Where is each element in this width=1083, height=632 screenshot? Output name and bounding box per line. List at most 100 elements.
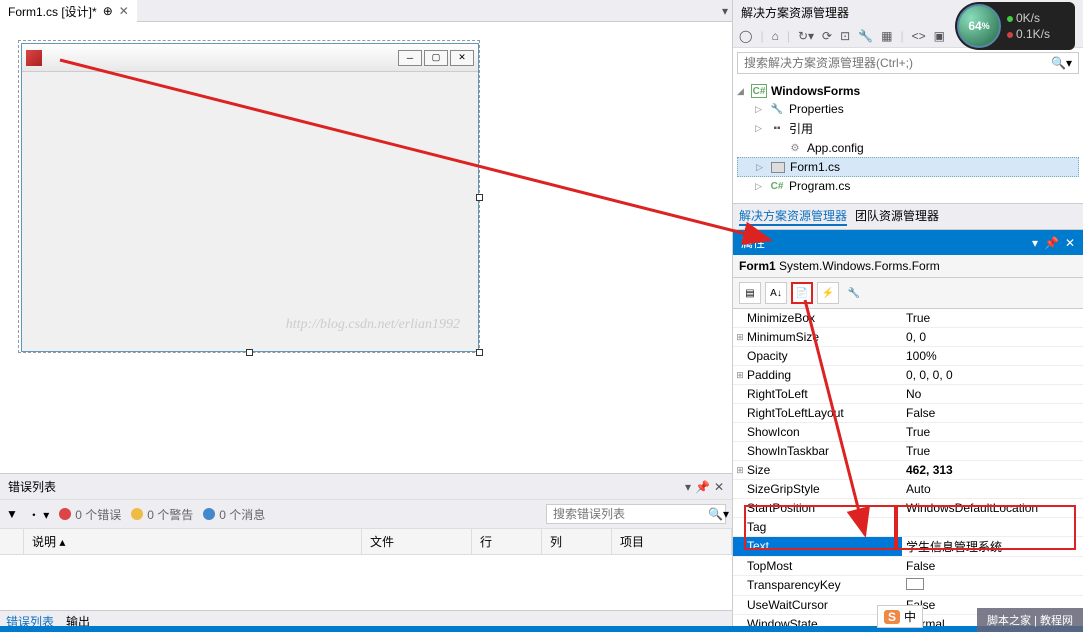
form-preview[interactable]: ─ ▢ ✕ http://blog.csdn.net/erlian1992	[21, 43, 479, 352]
chevron-down-icon[interactable]: ▾	[1066, 56, 1072, 70]
expand-icon[interactable]: ▷	[755, 104, 765, 115]
dropdown-icon[interactable]: ▾	[685, 480, 691, 494]
error-count-filter[interactable]: 0 个错误	[59, 506, 121, 523]
properties-object-selector[interactable]: Form1 System.Windows.Forms.Form	[733, 255, 1083, 278]
tree-appconfig-node[interactable]: ⚙ App.config	[737, 139, 1079, 157]
property-row-size[interactable]: ⊞Size462, 313	[733, 461, 1083, 480]
error-search-input[interactable]	[553, 507, 708, 521]
solution-search-input[interactable]	[744, 56, 1051, 70]
resize-handle-bottom[interactable]	[246, 349, 253, 356]
pin-icon[interactable]: ⊕	[103, 4, 113, 18]
close-icon[interactable]: ✕	[714, 480, 724, 494]
alphabetical-button[interactable]: A↓	[765, 282, 787, 304]
property-value[interactable]: False	[902, 404, 1083, 422]
form-designer-frame[interactable]: ─ ▢ ✕ http://blog.csdn.net/erlian1992	[18, 40, 480, 353]
expand-icon[interactable]: ▷	[756, 162, 766, 173]
property-value[interactable]: No	[902, 385, 1083, 403]
property-row-righttoleftlayout[interactable]: RightToLeftLayoutFalse	[733, 404, 1083, 423]
designer-icon[interactable]: ▣	[934, 29, 945, 43]
message-count-filter[interactable]: 0 个消息	[203, 506, 265, 523]
close-icon[interactable]: ✕	[119, 4, 129, 18]
tree-references-node[interactable]: ▷ ▪▪ 引用	[737, 118, 1079, 139]
properties-grid[interactable]: MinimizeBoxTrue⊞MinimumSize0, 0Opacity10…	[733, 309, 1083, 632]
property-value[interactable]	[902, 576, 1083, 595]
tree-program-node[interactable]: ▷ C# Program.cs	[737, 177, 1079, 195]
property-value[interactable]: 462, 313	[902, 461, 1083, 479]
tab-dropdown[interactable]: ▾	[722, 4, 728, 18]
resize-handle-corner[interactable]	[476, 349, 483, 356]
close-icon[interactable]: ✕	[1065, 236, 1075, 250]
property-value[interactable]: False	[902, 557, 1083, 575]
document-tab[interactable]: Form1.cs [设计]* ⊕ ✕	[0, 0, 137, 23]
tree-form1-node[interactable]: ▷ Form1.cs	[737, 157, 1079, 177]
property-row-tag[interactable]: Tag	[733, 518, 1083, 537]
properties-button[interactable]: 📄	[791, 282, 813, 304]
collapse-icon[interactable]: ⊡	[840, 29, 850, 43]
expand-icon[interactable]: ⊞	[733, 332, 747, 343]
property-value[interactable]: True	[902, 423, 1083, 441]
back-icon[interactable]: ◯	[739, 29, 752, 43]
collapse-icon[interactable]: ◢	[737, 86, 747, 97]
property-value[interactable]: WindowsDefaultLocation	[902, 499, 1083, 517]
error-search-box[interactable]: 🔍 ▾	[546, 504, 726, 524]
property-row-showintaskbar[interactable]: ShowInTaskbarTrue	[733, 442, 1083, 461]
code-icon[interactable]: <>	[912, 29, 926, 43]
property-value[interactable]: 0, 0	[902, 328, 1083, 346]
property-row-minimumsize[interactable]: ⊞MinimumSize0, 0	[733, 328, 1083, 347]
chevron-down-icon[interactable]: ▾	[723, 507, 729, 521]
pin-icon[interactable]: 📌	[1044, 236, 1059, 250]
maximize-button[interactable]: ▢	[424, 50, 448, 66]
tab-team-explorer[interactable]: 团队资源管理器	[855, 207, 939, 226]
tab-solution-explorer[interactable]: 解决方案资源管理器	[739, 207, 847, 226]
system-monitor-widget[interactable]: 64% 0K/s 0.1K/s	[955, 2, 1075, 50]
pin-icon[interactable]: 📌	[695, 480, 710, 494]
search-icon[interactable]: 🔍	[708, 507, 723, 521]
col-file[interactable]: 文件	[362, 529, 472, 554]
close-button[interactable]: ✕	[450, 50, 474, 66]
refresh-icon[interactable]: ⟳	[822, 29, 832, 43]
show-all-icon[interactable]: ▦	[881, 29, 892, 43]
properties-icon[interactable]: 🔧	[858, 29, 873, 43]
col-column[interactable]: 列	[542, 529, 612, 554]
minimize-button[interactable]: ─	[398, 50, 422, 66]
property-value[interactable]: 100%	[902, 347, 1083, 365]
events-button[interactable]: ⚡	[817, 282, 839, 304]
property-value[interactable]: Auto	[902, 480, 1083, 498]
tree-properties-node[interactable]: ▷ 🔧 Properties	[737, 100, 1079, 118]
col-project[interactable]: 项目	[612, 529, 732, 554]
form-designer-surface[interactable]: ─ ▢ ✕ http://blog.csdn.net/erlian1992	[0, 22, 732, 473]
property-value[interactable]: 0, 0, 0, 0	[902, 366, 1083, 384]
dropdown-icon[interactable]: ▾	[1032, 236, 1038, 250]
categorized-button[interactable]: ▤	[739, 282, 761, 304]
property-pages-button[interactable]: 🔧	[843, 282, 865, 304]
col-line[interactable]: 行	[472, 529, 542, 554]
expand-icon[interactable]: ▷	[755, 181, 765, 192]
property-row-opacity[interactable]: Opacity100%	[733, 347, 1083, 366]
solution-search-box[interactable]: 🔍 ▾	[737, 52, 1079, 74]
property-row-startposition[interactable]: StartPositionWindowsDefaultLocation	[733, 499, 1083, 518]
property-row-padding[interactable]: ⊞Padding0, 0, 0, 0	[733, 366, 1083, 385]
property-row-text[interactable]: Text	[733, 537, 1083, 557]
property-row-transparencykey[interactable]: TransparencyKey	[733, 576, 1083, 596]
sync-icon[interactable]: ↻▾	[798, 29, 814, 43]
property-value[interactable]	[902, 537, 1083, 556]
ime-indicator[interactable]: S 中	[877, 605, 923, 628]
property-row-sizegripstyle[interactable]: SizeGripStyleAuto	[733, 480, 1083, 499]
resize-handle-right[interactable]	[476, 194, 483, 201]
filter-dropdown[interactable]: ・ ▾	[28, 506, 49, 523]
col-icon[interactable]	[0, 529, 24, 554]
warning-count-filter[interactable]: 0 个警告	[131, 506, 193, 523]
property-row-minimizebox[interactable]: MinimizeBoxTrue	[733, 309, 1083, 328]
property-row-topmost[interactable]: TopMostFalse	[733, 557, 1083, 576]
property-value[interactable]	[902, 525, 1083, 529]
expand-icon[interactable]: ⊞	[733, 370, 747, 381]
tree-project-node[interactable]: ◢ C# WindowsForms	[737, 82, 1079, 100]
col-description[interactable]: 说明 ▴	[24, 529, 362, 554]
property-row-showicon[interactable]: ShowIconTrue	[733, 423, 1083, 442]
search-icon[interactable]: 🔍	[1051, 56, 1066, 70]
property-value-input[interactable]	[906, 539, 1079, 553]
expand-icon[interactable]: ⊞	[733, 465, 747, 476]
home-icon[interactable]: ⌂	[772, 29, 779, 43]
property-row-righttoleft[interactable]: RightToLeftNo	[733, 385, 1083, 404]
property-value[interactable]: True	[902, 442, 1083, 460]
